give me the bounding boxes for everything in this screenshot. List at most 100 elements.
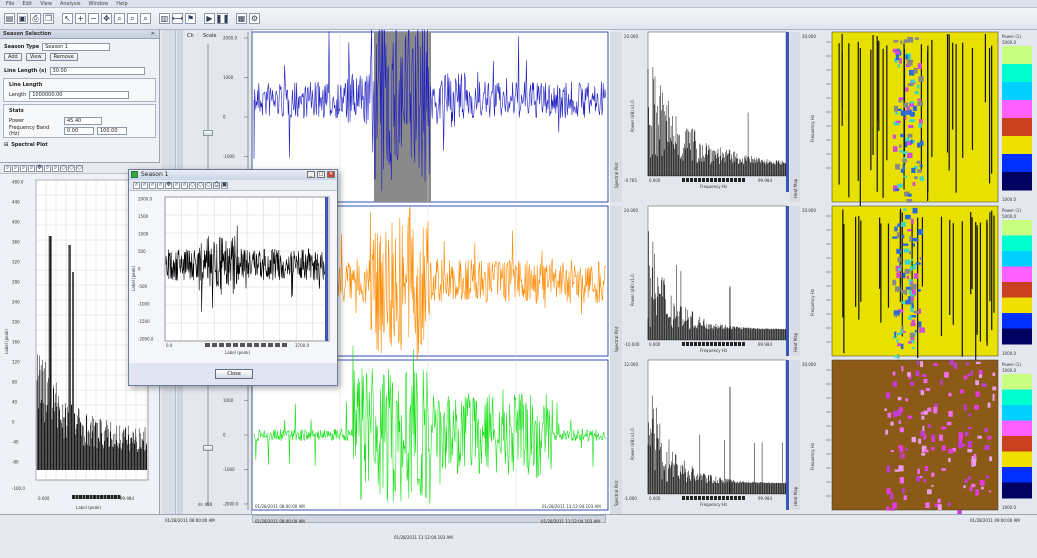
scale-slider-thumb[interactable] <box>203 130 213 136</box>
select-icon[interactable]: ◇ <box>76 164 83 172</box>
status-time-left: 01/28/2011 08:00:00 AM <box>165 518 215 523</box>
sg-energy <box>905 286 912 290</box>
add-button[interactable]: Add <box>4 53 22 61</box>
color-scale-band <box>1002 282 1032 298</box>
collapse-icon[interactable]: ⊟ <box>4 142 8 148</box>
sg-energy <box>908 125 914 128</box>
layout-icon[interactable]: ▥ <box>159 13 170 24</box>
scale-slider-thumb[interactable] <box>203 445 213 451</box>
zoom-icon[interactable]: ⌕ <box>173 181 180 189</box>
save-icon[interactable]: ▣ <box>221 181 228 189</box>
play-icon[interactable]: ▶ <box>204 13 215 24</box>
sg-energy <box>899 264 903 268</box>
save-icon[interactable]: ▣ <box>17 13 28 24</box>
zoom-icon[interactable]: ⌕ <box>133 181 140 189</box>
sg-energy <box>920 361 924 368</box>
select-icon[interactable]: ◇ <box>60 164 67 172</box>
maximize-icon[interactable]: □ <box>317 171 325 178</box>
zoom-icon[interactable]: ⌕ <box>149 181 156 189</box>
sg-energy <box>902 151 909 155</box>
remove-button[interactable]: Remove <box>49 53 78 61</box>
menu-help[interactable]: Help <box>116 1 127 7</box>
spectrogram-plots[interactable]: Heat Map20.000Frequency HzPower (1)5000.… <box>790 30 1037 516</box>
popup-y-tick: 500 <box>138 249 146 254</box>
select-icon[interactable]: ◇ <box>197 181 204 189</box>
sg-energy <box>902 453 905 459</box>
spectral-y-tick: 40 <box>12 400 18 405</box>
freq-band-max[interactable]: 100.00 <box>97 127 127 135</box>
open-icon[interactable]: ▤ <box>4 13 15 24</box>
measure-icon[interactable]: ⟷ <box>172 13 183 24</box>
power-input[interactable]: 45.40 <box>64 117 102 125</box>
zoom-icon[interactable]: ⌕ <box>20 164 27 172</box>
main-toolbar: ▤ ▣ ⎙ ❐ ↖ + − ✥ ⌕ ⌕ ⌕ ▥ ⟷ ⚑ ▶ ❚❚ ▦ ⚙ <box>0 8 1037 30</box>
zoom-icon[interactable]: ⌕ <box>28 164 35 172</box>
freq-marker <box>722 342 725 346</box>
grid-icon[interactable]: ▦ <box>236 13 247 24</box>
freq-band-min[interactable]: 0.00 <box>64 127 94 135</box>
pan-icon[interactable]: ✥ <box>101 13 112 24</box>
sg-energy <box>892 236 898 239</box>
minimize-icon[interactable]: _ <box>307 171 315 178</box>
close-icon[interactable]: ✕ <box>327 171 335 178</box>
sg-energy <box>992 372 996 377</box>
season-type-select[interactable]: Season 1 <box>42 43 111 51</box>
zoom-icon[interactable]: ⌕ <box>141 181 148 189</box>
line-length-input[interactable]: 30.00 <box>49 67 145 75</box>
zoom-icon[interactable]: ⌕ <box>52 164 59 172</box>
zoom-icon[interactable]: ⌕ <box>157 181 164 189</box>
close-button[interactable]: Close <box>215 369 253 379</box>
popup-titlebar[interactable]: Season 1 _ □ ✕ <box>129 170 337 180</box>
freq-marker <box>702 342 705 346</box>
season-popup-window[interactable]: Season 1 _ □ ✕ ⌕ ⌕ ⌕ ⌕ ✥ ⌕ ⌕ ◇ ◇ ◇ ⎙ ▣ 2… <box>128 169 338 386</box>
popup-splitter <box>325 197 328 341</box>
freq-marker <box>706 178 709 182</box>
magnify-y-icon[interactable]: ⌕ <box>140 13 151 24</box>
zoom-icon[interactable]: ⌕ <box>4 164 11 172</box>
menu-view[interactable]: View <box>40 1 52 7</box>
zoom-icon[interactable]: ⌕ <box>181 181 188 189</box>
menu-analysis[interactable]: Analysis <box>60 1 81 7</box>
spectral-marker <box>114 495 117 499</box>
menu-file[interactable]: File <box>6 1 14 7</box>
zoom-in-icon[interactable]: + <box>75 13 86 24</box>
popup-marker <box>219 343 224 347</box>
zoom-icon[interactable]: ⌕ <box>44 164 51 172</box>
sg-energy <box>900 133 905 138</box>
select-icon[interactable]: ◇ <box>68 164 75 172</box>
freq-marker <box>710 496 713 500</box>
zoom-icon[interactable]: ⌕ <box>12 164 19 172</box>
magnify-icon[interactable]: ⌕ <box>114 13 125 24</box>
freq-marker <box>698 496 701 500</box>
copy-icon[interactable]: ❐ <box>43 13 54 24</box>
magnify-x-icon[interactable]: ⌕ <box>127 13 138 24</box>
freq-marker <box>698 178 701 182</box>
close-icon[interactable]: ✕ <box>151 30 155 39</box>
sg-energy <box>917 142 921 148</box>
zoom-out-icon[interactable]: − <box>88 13 99 24</box>
sg-top-label: 20.000 <box>802 34 816 39</box>
popup-waveform-plot[interactable]: 2000.0150010005000-500-1000-1500-2000.0L… <box>129 191 337 363</box>
freq-marker <box>694 496 697 500</box>
select-icon[interactable]: ◇ <box>189 181 196 189</box>
freq-ylabel: Power (dB) x1.0 <box>630 428 635 460</box>
freq-marker <box>718 496 721 500</box>
pause-icon[interactable]: ❚❚ <box>216 13 229 24</box>
frequency-plots[interactable]: Spectral Plot 20.000 -0.765 Power (dB) x1.0… <box>610 30 790 520</box>
sg-energy <box>963 375 968 380</box>
menu-edit[interactable]: Edit <box>22 1 32 7</box>
length-input[interactable]: 1000000.00 <box>29 91 130 99</box>
sg-energy <box>921 374 927 377</box>
print-icon[interactable]: ⎙ <box>213 181 220 189</box>
pan-icon[interactable]: ✥ <box>165 181 172 189</box>
freq-band-label: Frequency Band (Hz) <box>9 125 50 137</box>
select-icon[interactable]: ◇ <box>205 181 212 189</box>
menu-window[interactable]: Window <box>89 1 109 7</box>
view-button[interactable]: View <box>25 53 46 61</box>
marker-icon[interactable]: ⚑ <box>185 13 196 24</box>
color-scale-band <box>1002 154 1032 173</box>
pan-icon[interactable]: ✥ <box>36 164 43 172</box>
cursor-icon[interactable]: ↖ <box>62 13 73 24</box>
settings-icon[interactable]: ⚙ <box>249 13 260 24</box>
print-icon[interactable]: ⎙ <box>30 13 41 24</box>
